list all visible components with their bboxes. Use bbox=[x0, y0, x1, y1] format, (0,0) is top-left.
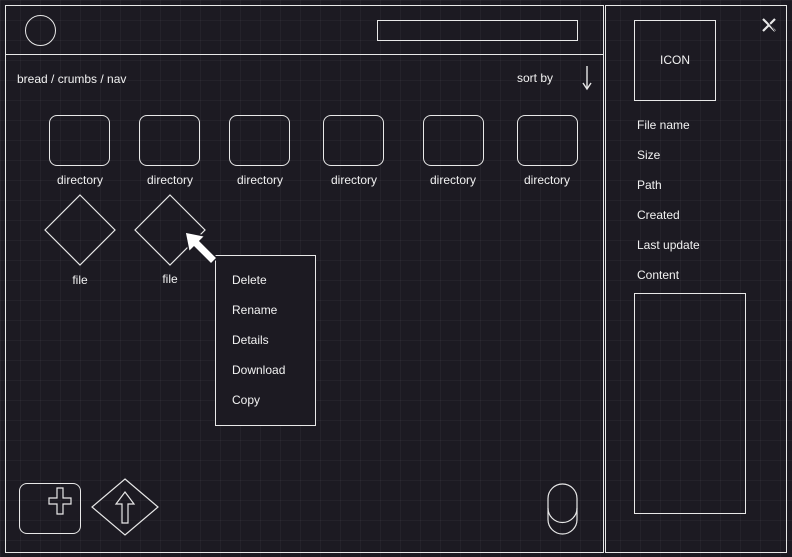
plus-icon bbox=[48, 487, 72, 515]
content-preview bbox=[634, 293, 746, 514]
breadcrumb[interactable]: bread / crumbs / nav bbox=[17, 72, 126, 86]
directory-tile[interactable] bbox=[49, 115, 110, 166]
directory-label: directory bbox=[429, 173, 476, 187]
avatar[interactable] bbox=[25, 15, 56, 46]
context-menu: Delete Rename Details Download Copy bbox=[215, 255, 316, 426]
menu-item-delete[interactable]: Delete bbox=[232, 273, 267, 287]
directory-tile[interactable] bbox=[229, 115, 290, 166]
directory-label: directory bbox=[146, 173, 193, 187]
property-content: Content bbox=[637, 268, 680, 282]
directory-tile[interactable] bbox=[423, 115, 484, 166]
menu-item-copy[interactable]: Copy bbox=[232, 393, 260, 407]
property-size: Size bbox=[637, 148, 661, 162]
file-tile[interactable] bbox=[44, 194, 116, 266]
search-input[interactable] bbox=[377, 20, 578, 41]
mouse-pointer-icon bbox=[184, 231, 219, 266]
upload-arrow-icon bbox=[114, 491, 136, 524]
upload-button[interactable] bbox=[91, 478, 159, 536]
directory-tile[interactable] bbox=[139, 115, 200, 166]
sort-by-label[interactable]: sort by bbox=[517, 71, 553, 85]
arrow-down-icon[interactable] bbox=[580, 64, 594, 92]
menu-item-download[interactable]: Download bbox=[232, 363, 285, 377]
property-path: Path bbox=[637, 178, 662, 192]
icon-label: ICON bbox=[660, 53, 690, 67]
close-icon[interactable] bbox=[761, 17, 777, 33]
file-icon-preview: ICON bbox=[634, 20, 716, 101]
file-label: file bbox=[162, 272, 178, 286]
add-button[interactable] bbox=[19, 483, 81, 534]
menu-item-details[interactable]: Details bbox=[232, 333, 269, 347]
directory-label: directory bbox=[330, 173, 377, 187]
directory-tile[interactable] bbox=[517, 115, 578, 166]
file-label: file bbox=[72, 273, 88, 287]
property-created: Created bbox=[637, 208, 680, 222]
property-file-name: File name bbox=[637, 118, 690, 132]
scroll-toggle[interactable] bbox=[547, 483, 578, 535]
topbar-divider bbox=[5, 54, 604, 55]
directory-tile[interactable] bbox=[323, 115, 384, 166]
directory-label: directory bbox=[236, 173, 283, 187]
directory-label: directory bbox=[56, 173, 103, 187]
menu-item-rename[interactable]: Rename bbox=[232, 303, 277, 317]
property-last-update: Last update bbox=[637, 238, 700, 252]
directory-label: directory bbox=[523, 173, 570, 187]
